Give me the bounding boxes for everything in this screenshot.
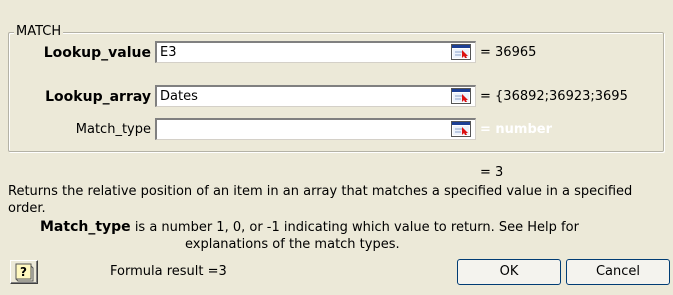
cancel-button[interactable]: Cancel bbox=[566, 259, 670, 285]
arg-help-text-line1: is a number 1, 0, or -1 indicating which… bbox=[134, 220, 579, 235]
lookup-value-input[interactable] bbox=[155, 41, 476, 63]
collapse-dialog-icon[interactable] bbox=[451, 44, 471, 60]
arg-result-match-type: = number bbox=[480, 122, 553, 137]
formula-result: Formula result =3 bbox=[110, 264, 227, 279]
arg-row-match-type: Match_type = number bbox=[0, 117, 673, 143]
arg-row-lookup-array: Lookup_array = {36892;36923;3695 bbox=[0, 84, 673, 110]
collapse-dialog-icon[interactable] bbox=[451, 121, 471, 137]
collapse-dialog-icon[interactable] bbox=[451, 88, 471, 104]
match-type-input[interactable] bbox=[155, 118, 476, 140]
function-result: = 3 bbox=[480, 165, 504, 180]
group-title: MATCH bbox=[14, 24, 64, 39]
function-description: Returns the relative position of an item… bbox=[8, 184, 633, 216]
arg-result-lookup-value: = 36965 bbox=[480, 45, 537, 60]
arg-result-lookup-array: = {36892;36923;3695 bbox=[480, 89, 628, 104]
help-button[interactable]: ? bbox=[10, 260, 38, 284]
arg-label-lookup-array: Lookup_array bbox=[45, 89, 151, 105]
ok-button[interactable]: OK bbox=[457, 259, 561, 285]
svg-text:?: ? bbox=[20, 265, 27, 279]
help-icon: ? bbox=[15, 263, 34, 282]
arg-help-name: Match_type bbox=[40, 219, 131, 235]
lookup-array-input[interactable] bbox=[155, 85, 476, 107]
arg-row-lookup-value: Lookup_value = 36965 bbox=[0, 40, 673, 66]
arg-label-lookup-value: Lookup_value bbox=[43, 45, 151, 61]
arg-help-text-line2: explanations of the match types. bbox=[185, 237, 400, 252]
argument-help: Match_type is a number 1, 0, or -1 indic… bbox=[40, 219, 640, 253]
arg-label-match-type: Match_type bbox=[75, 122, 151, 137]
